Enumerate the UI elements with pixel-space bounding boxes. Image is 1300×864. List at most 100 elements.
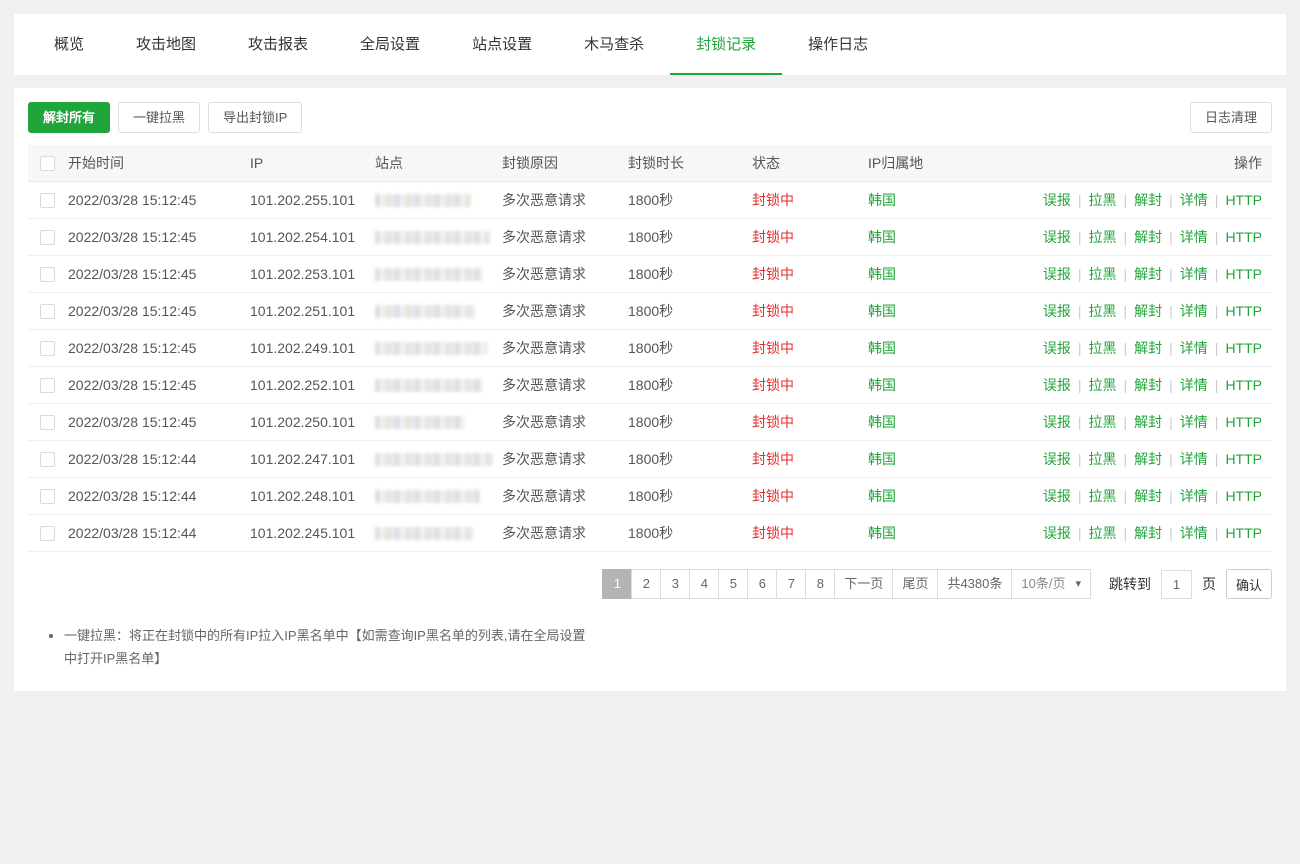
tab-trojan-scan[interactable]: 木马查杀 xyxy=(558,14,670,75)
col-header-location: IP归属地 xyxy=(868,153,1020,173)
row-action-detail[interactable]: 详情 xyxy=(1180,377,1208,393)
row-action-http[interactable]: HTTP xyxy=(1225,377,1262,393)
row-action-unblock[interactable]: 解封 xyxy=(1134,525,1162,541)
select-all-checkbox[interactable] xyxy=(40,156,55,171)
row-ip: 101.202.255.101 xyxy=(250,192,375,208)
row-actions: 误报|拉黑|解封|详情|HTTP xyxy=(1020,338,1272,358)
row-action-blacklist[interactable]: 拉黑 xyxy=(1089,451,1117,467)
action-separator: | xyxy=(1162,229,1180,245)
tab-site-settings[interactable]: 站点设置 xyxy=(446,14,558,75)
row-action-blacklist[interactable]: 拉黑 xyxy=(1089,192,1117,208)
row-action-misreport[interactable]: 误报 xyxy=(1043,414,1071,430)
row-action-blacklist[interactable]: 拉黑 xyxy=(1089,303,1117,319)
action-separator: | xyxy=(1208,377,1226,393)
blacklist-all-button[interactable]: 一键拉黑 xyxy=(118,102,200,133)
row-checkbox[interactable] xyxy=(40,415,55,430)
confirm-jump-button[interactable]: 确认 xyxy=(1226,569,1272,599)
row-action-blacklist[interactable]: 拉黑 xyxy=(1089,266,1117,282)
unblock-all-button[interactable]: 解封所有 xyxy=(28,102,110,133)
row-action-misreport[interactable]: 误报 xyxy=(1043,377,1071,393)
tab-overview[interactable]: 概览 xyxy=(28,14,110,75)
row-checkbox[interactable] xyxy=(40,341,55,356)
row-action-blacklist[interactable]: 拉黑 xyxy=(1089,340,1117,356)
row-action-unblock[interactable]: 解封 xyxy=(1134,303,1162,319)
row-duration: 1800秒 xyxy=(628,375,752,395)
row-action-http[interactable]: HTTP xyxy=(1225,488,1262,504)
export-blocked-ip-button[interactable]: 导出封锁IP xyxy=(208,102,302,133)
page-size-select[interactable]: 10条/页 ▾ xyxy=(1011,569,1091,599)
tab-attack-report[interactable]: 攻击报表 xyxy=(222,14,334,75)
page-number-button[interactable]: 2 xyxy=(631,569,661,599)
row-action-unblock[interactable]: 解封 xyxy=(1134,192,1162,208)
page-number-button[interactable]: 3 xyxy=(660,569,690,599)
page-number-button[interactable]: 6 xyxy=(747,569,777,599)
row-action-detail[interactable]: 详情 xyxy=(1180,451,1208,467)
row-ip-location: 韩国 xyxy=(868,486,1020,506)
row-action-detail[interactable]: 详情 xyxy=(1180,414,1208,430)
row-action-detail[interactable]: 详情 xyxy=(1180,303,1208,319)
row-checkbox[interactable] xyxy=(40,489,55,504)
log-clean-button[interactable]: 日志清理 xyxy=(1190,102,1272,133)
row-action-http[interactable]: HTTP xyxy=(1225,340,1262,356)
action-separator: | xyxy=(1117,377,1135,393)
action-separator: | xyxy=(1071,303,1089,319)
row-action-unblock[interactable]: 解封 xyxy=(1134,414,1162,430)
page-number-button[interactable]: 5 xyxy=(718,569,748,599)
row-action-detail[interactable]: 详情 xyxy=(1180,192,1208,208)
row-action-unblock[interactable]: 解封 xyxy=(1134,229,1162,245)
tab-block-records[interactable]: 封锁记录 xyxy=(670,14,782,75)
row-checkbox[interactable] xyxy=(40,452,55,467)
row-checkbox[interactable] xyxy=(40,378,55,393)
row-checkbox[interactable] xyxy=(40,193,55,208)
row-action-misreport[interactable]: 误报 xyxy=(1043,340,1071,356)
row-action-unblock[interactable]: 解封 xyxy=(1134,451,1162,467)
page-number-button[interactable]: 7 xyxy=(776,569,806,599)
row-duration: 1800秒 xyxy=(628,301,752,321)
row-action-blacklist[interactable]: 拉黑 xyxy=(1089,414,1117,430)
row-action-misreport[interactable]: 误报 xyxy=(1043,525,1071,541)
row-action-http[interactable]: HTTP xyxy=(1225,414,1262,430)
page-number-button[interactable]: 8 xyxy=(805,569,835,599)
row-action-detail[interactable]: 详情 xyxy=(1180,525,1208,541)
row-action-detail[interactable]: 详情 xyxy=(1180,229,1208,245)
row-action-misreport[interactable]: 误报 xyxy=(1043,488,1071,504)
row-action-misreport[interactable]: 误报 xyxy=(1043,303,1071,319)
row-checkbox[interactable] xyxy=(40,230,55,245)
row-action-blacklist[interactable]: 拉黑 xyxy=(1089,229,1117,245)
row-checkbox[interactable] xyxy=(40,304,55,319)
tab-operation-log[interactable]: 操作日志 xyxy=(782,14,894,75)
row-action-http[interactable]: HTTP xyxy=(1225,266,1262,282)
row-action-misreport[interactable]: 误报 xyxy=(1043,229,1071,245)
row-action-http[interactable]: HTTP xyxy=(1225,303,1262,319)
action-separator: | xyxy=(1208,340,1226,356)
row-action-misreport[interactable]: 误报 xyxy=(1043,266,1071,282)
action-separator: | xyxy=(1071,451,1089,467)
row-action-unblock[interactable]: 解封 xyxy=(1134,340,1162,356)
page-number-button[interactable]: 1 xyxy=(602,569,632,599)
row-action-misreport[interactable]: 误报 xyxy=(1043,192,1071,208)
row-action-blacklist[interactable]: 拉黑 xyxy=(1089,377,1117,393)
row-action-blacklist[interactable]: 拉黑 xyxy=(1089,525,1117,541)
row-action-http[interactable]: HTTP xyxy=(1225,192,1262,208)
row-action-unblock[interactable]: 解封 xyxy=(1134,377,1162,393)
row-action-detail[interactable]: 详情 xyxy=(1180,266,1208,282)
row-action-http[interactable]: HTTP xyxy=(1225,525,1262,541)
row-action-unblock[interactable]: 解封 xyxy=(1134,266,1162,282)
col-header-site: 站点 xyxy=(375,153,502,173)
last-page-button[interactable]: 尾页 xyxy=(892,569,938,599)
row-action-unblock[interactable]: 解封 xyxy=(1134,488,1162,504)
row-action-blacklist[interactable]: 拉黑 xyxy=(1089,488,1117,504)
page-number-button[interactable]: 4 xyxy=(689,569,719,599)
row-action-http[interactable]: HTTP xyxy=(1225,229,1262,245)
row-action-http[interactable]: HTTP xyxy=(1225,451,1262,467)
row-checkbox[interactable] xyxy=(40,267,55,282)
tab-global-settings[interactable]: 全局设置 xyxy=(334,14,446,75)
row-action-detail[interactable]: 详情 xyxy=(1180,340,1208,356)
row-checkbox[interactable] xyxy=(40,526,55,541)
row-action-detail[interactable]: 详情 xyxy=(1180,488,1208,504)
tab-attack-map[interactable]: 攻击地图 xyxy=(110,14,222,75)
row-actions: 误报|拉黑|解封|详情|HTTP xyxy=(1020,301,1272,321)
jump-page-input[interactable] xyxy=(1161,570,1192,599)
next-page-button[interactable]: 下一页 xyxy=(834,569,893,599)
row-action-misreport[interactable]: 误报 xyxy=(1043,451,1071,467)
